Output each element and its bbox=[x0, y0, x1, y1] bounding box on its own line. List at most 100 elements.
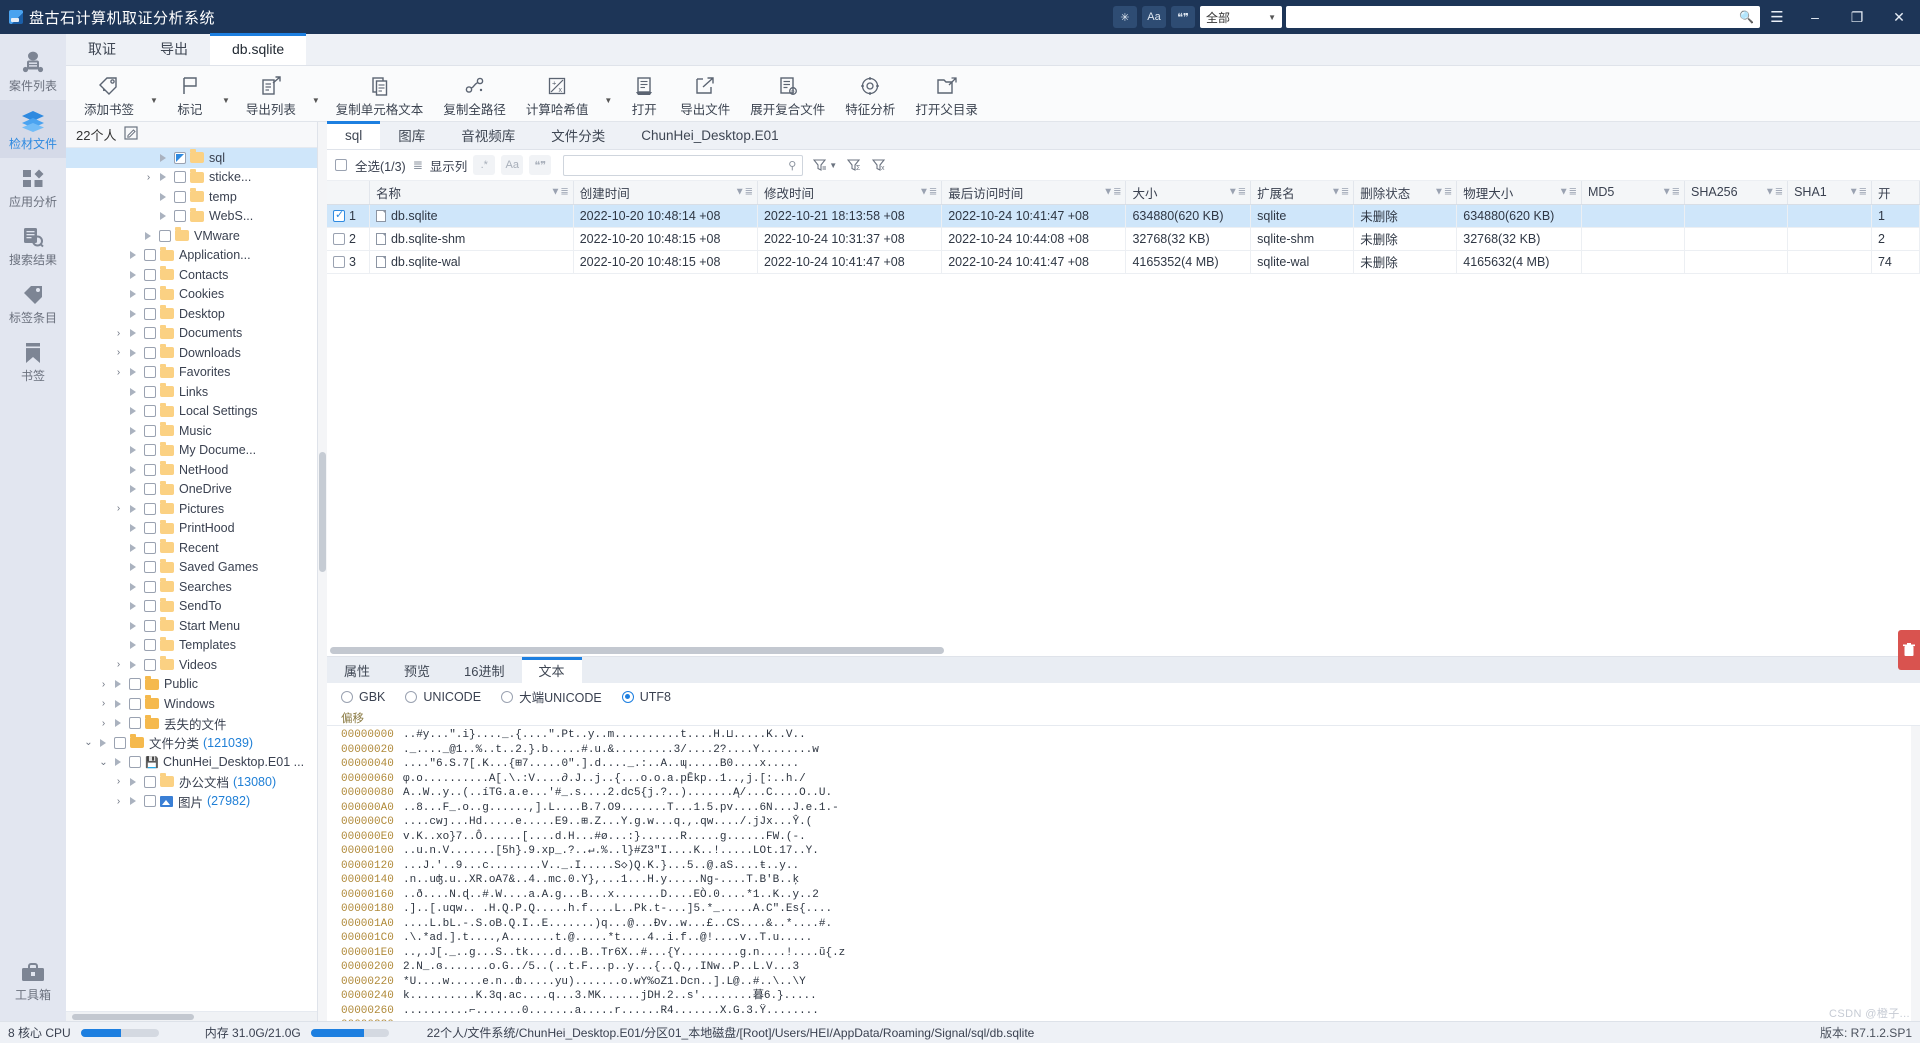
tree-node[interactable]: Application... bbox=[66, 246, 317, 266]
tree-arrow-icon[interactable] bbox=[156, 192, 170, 201]
flag-button[interactable]: 标记 bbox=[164, 68, 216, 120]
tree-checkbox[interactable] bbox=[144, 522, 156, 535]
column-扩展名[interactable]: 扩展名 ▼≣ bbox=[1250, 181, 1355, 205]
tab-db-sqlite[interactable]: db.sqlite bbox=[210, 33, 307, 65]
tree-checkbox[interactable] bbox=[144, 541, 156, 554]
filter-dropdown-icon[interactable]: ▼ bbox=[813, 158, 837, 172]
column-开[interactable]: 开 bbox=[1871, 181, 1920, 205]
tree-checkbox[interactable] bbox=[174, 171, 186, 184]
tree-checkbox[interactable] bbox=[174, 190, 186, 203]
tree-checkbox[interactable] bbox=[144, 366, 156, 379]
sidebar-item-toolbox[interactable]: 工具箱 bbox=[0, 951, 66, 1009]
tree-arrow-icon[interactable] bbox=[96, 738, 110, 747]
detail-tab-文本[interactable]: 文本 bbox=[521, 657, 582, 683]
column-最后访问时间[interactable]: 最后访问时间 ▼≣ bbox=[941, 181, 1127, 205]
column-SHA256[interactable]: SHA256 ▼≣ bbox=[1684, 181, 1789, 205]
add-bookmark-dropdown-icon[interactable]: ▼ bbox=[144, 96, 164, 105]
tree-node[interactable]: temp bbox=[66, 187, 317, 207]
tree-checkbox[interactable] bbox=[114, 736, 126, 749]
tree-node[interactable]: Templates bbox=[66, 636, 317, 656]
column-MD5[interactable]: MD5 ▼≣ bbox=[1581, 181, 1686, 205]
tree-node[interactable]: Links bbox=[66, 382, 317, 402]
tree-node[interactable]: › Public bbox=[66, 675, 317, 695]
tree-arrow-icon[interactable] bbox=[111, 719, 125, 728]
detail-tab-预览[interactable]: 预览 bbox=[387, 657, 447, 683]
tree-arrow-icon[interactable] bbox=[126, 621, 140, 630]
tree-expander-icon[interactable]: › bbox=[111, 347, 126, 358]
tree-arrow-icon[interactable] bbox=[141, 231, 155, 240]
tree-arrow-icon[interactable] bbox=[126, 426, 140, 435]
tree-node[interactable]: Desktop bbox=[66, 304, 317, 324]
tree-node[interactable]: Start Menu bbox=[66, 616, 317, 636]
tree-checkbox[interactable] bbox=[144, 424, 156, 437]
detail-tab-16进制[interactable]: 16进制 bbox=[447, 657, 521, 683]
tree-node[interactable]: › 办公文档 (13080) bbox=[66, 772, 317, 792]
tree-arrow-icon[interactable] bbox=[126, 387, 140, 396]
tree-checkbox[interactable] bbox=[144, 580, 156, 593]
tree-node[interactable]: Saved Games bbox=[66, 558, 317, 578]
tree-arrow-icon[interactable] bbox=[126, 563, 140, 572]
tree-arrow-icon[interactable] bbox=[126, 797, 140, 806]
compute-hash-button[interactable]: + x 计算哈希值 bbox=[516, 68, 599, 120]
tree-arrow-icon[interactable] bbox=[126, 504, 140, 513]
open-button[interactable]: 打开 bbox=[618, 68, 670, 120]
tree-expander-icon[interactable]: ⌄ bbox=[96, 757, 111, 768]
tree-checkbox[interactable] bbox=[144, 249, 156, 262]
edit-icon[interactable] bbox=[124, 126, 139, 143]
tree-expander-icon[interactable]: › bbox=[111, 328, 126, 339]
global-search-input[interactable] bbox=[1292, 10, 1740, 24]
flag-dropdown-icon[interactable]: ▼ bbox=[216, 96, 236, 105]
minimize-button[interactable]: – bbox=[1794, 0, 1836, 34]
tree-node[interactable]: Music bbox=[66, 421, 317, 441]
tree-expander-icon[interactable]: › bbox=[96, 698, 111, 709]
tree-node[interactable]: NetHood bbox=[66, 460, 317, 480]
radio-dot[interactable] bbox=[341, 690, 353, 703]
tree-arrow-icon[interactable] bbox=[126, 407, 140, 416]
sidebar-item-app-analysis[interactable]: 应用分析 bbox=[0, 158, 66, 216]
tree-node[interactable]: › 图片 (27982) bbox=[66, 792, 317, 812]
tree-arrow-icon[interactable] bbox=[126, 641, 140, 650]
select-all-label[interactable]: 全选(1/3) bbox=[355, 156, 406, 175]
tree-checkbox[interactable] bbox=[144, 268, 156, 281]
tree-checkbox[interactable] bbox=[129, 756, 141, 769]
font-case-icon[interactable]: Aa bbox=[1142, 6, 1166, 28]
tree-arrow-icon[interactable] bbox=[126, 543, 140, 552]
column-filter-icon[interactable]: ▼≣ bbox=[550, 187, 568, 198]
column-大小[interactable]: 大小 ▼≣ bbox=[1125, 181, 1252, 205]
tree-checkbox[interactable] bbox=[144, 639, 156, 652]
tree-node[interactable]: Local Settings bbox=[66, 402, 317, 422]
tree-node[interactable]: › Pictures bbox=[66, 499, 317, 519]
sub-tab-ChunHei_Desktop.E01[interactable]: ChunHei_Desktop.E01 bbox=[623, 121, 796, 149]
tree-expander-icon[interactable]: › bbox=[96, 679, 111, 690]
tree-checkbox[interactable] bbox=[144, 483, 156, 496]
sidebar-item-evidence-files[interactable]: 检材文件 bbox=[0, 100, 66, 158]
tree-expander-icon[interactable]: › bbox=[111, 503, 126, 514]
table-row[interactable]: 1db.sqlite2022-10-20 10:48:14 +082022-10… bbox=[327, 204, 1920, 228]
search-scope-select[interactable]: 全部 ▼ bbox=[1200, 6, 1282, 28]
tree-horizontal-scrollbar[interactable] bbox=[66, 1011, 317, 1021]
tree-node[interactable]: VMware bbox=[66, 226, 317, 246]
column-filter-icon[interactable]: ▼≣ bbox=[1849, 187, 1867, 198]
encoding-radio-UTF8[interactable]: UTF8 bbox=[621, 690, 671, 704]
tree-node[interactable]: WebS... bbox=[66, 207, 317, 227]
tree-arrow-icon[interactable] bbox=[111, 680, 125, 689]
tree-checkbox[interactable] bbox=[144, 405, 156, 418]
export-list-dropdown-icon[interactable]: ▼ bbox=[306, 96, 326, 105]
sub-tab-音视频库[interactable]: 音视频库 bbox=[443, 121, 533, 149]
tree-node[interactable]: › 丢失的文件 bbox=[66, 714, 317, 734]
sidebar-item-bookmark[interactable]: 书签 bbox=[0, 332, 66, 390]
list-icon[interactable]: ≣ bbox=[412, 158, 424, 172]
tree-arrow-icon[interactable] bbox=[126, 524, 140, 533]
tree-arrow-icon[interactable] bbox=[126, 660, 140, 669]
encoding-radio-大端UNICODE[interactable]: 大端UNICODE bbox=[501, 687, 602, 706]
radio-dot[interactable] bbox=[405, 690, 418, 703]
tree-checkbox[interactable] bbox=[144, 600, 156, 613]
tree-arrow-icon[interactable] bbox=[111, 699, 125, 708]
tree-arrow-icon[interactable] bbox=[126, 446, 140, 455]
sub-tab-文件分类[interactable]: 文件分类 bbox=[533, 121, 623, 149]
column-filter-icon[interactable]: ▼≣ bbox=[1765, 187, 1783, 198]
row-checkbox[interactable] bbox=[333, 255, 345, 268]
export-list-button[interactable]: 导出列表 bbox=[236, 68, 306, 120]
tree-node[interactable]: Searches bbox=[66, 577, 317, 597]
tree-node[interactable]: ⌄ 文件分类 (121039) bbox=[66, 733, 317, 753]
